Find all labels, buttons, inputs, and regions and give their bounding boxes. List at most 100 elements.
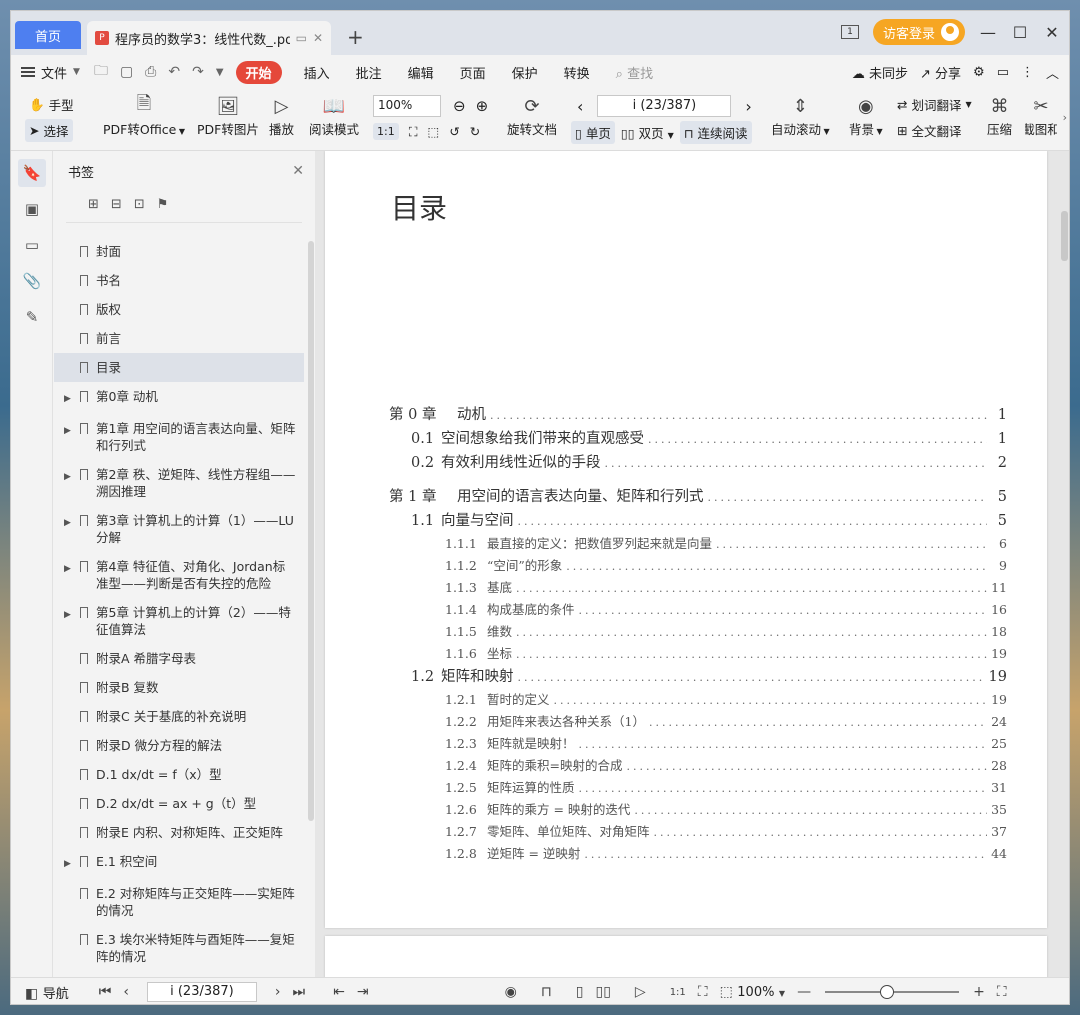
single-page-mode-icon[interactable]: ▯ [576,984,584,1000]
toolbar-scroll-right-icon[interactable]: › [1063,111,1067,124]
tab-insert[interactable]: 插入 [304,63,330,82]
toc-entry[interactable]: 1.1.4 构成基底的条件............................… [389,599,1007,621]
next-page-icon[interactable]: › [275,984,281,1000]
toc-entry[interactable]: 1.2.1 暂时的定义..............................… [389,689,1007,711]
rotate-doc-button[interactable]: ⟳ 旋转文档 [507,93,557,138]
toc-entry[interactable]: 第 0 章 动机.................................… [389,403,1007,427]
first-page-icon[interactable]: ⏮ [99,984,112,1000]
back-icon[interactable]: ⇤ [333,984,345,1000]
toc-entry[interactable]: 1.2.5 矩阵运算的性质............................… [389,777,1007,799]
continuous-read-button[interactable]: ⊓ 连续阅读 [679,121,752,144]
bookmark-item[interactable]: ▶ 第0章 动机 [54,382,304,414]
toc-entry[interactable]: 第 1 章 用空间的语言表达向量、矩阵和行列式..................… [389,485,1007,509]
pdf-to-image-button[interactable]: 🖼 PDF转图片 [197,93,259,138]
more-icon[interactable]: ⋮ [1021,65,1034,80]
monitor-icon[interactable]: ▭ [296,31,307,45]
toc-entry[interactable]: 1.2.6 矩阵的乘方 = 映射的迭代......................… [389,799,1007,821]
expand-arrow-icon[interactable]: ▶ [64,853,78,873]
bookmark-item[interactable]: 附录B 复数 [54,673,304,702]
actual-size-icon[interactable]: 1:1 [670,987,686,998]
full-translate-button[interactable]: ⊞ 全文翻译 [897,121,962,140]
share-button[interactable]: ↗ 分享 [920,63,961,82]
print-icon[interactable]: ⎙ [145,64,156,80]
tab-page[interactable]: 页面 [460,63,486,82]
toc-entry[interactable]: 1.1.3 基底.................................… [389,577,1007,599]
tab-annotate[interactable]: 批注 [356,63,382,82]
signature-icon[interactable]: ✎ [18,303,46,331]
navigation-button[interactable]: ◧ 导航 [25,983,69,1002]
tab-start[interactable]: 开始 [235,60,282,84]
sync-button[interactable]: ☁ 未同步 [852,63,908,82]
settings-icon[interactable]: ⚙ [973,65,985,80]
bookmark-item[interactable]: D.1 dx/dt = f（x）型 [54,760,304,789]
actual-size-icon[interactable]: 1:1 [373,123,399,140]
toc-entry[interactable]: 0.1 空间想象给我们带来的直观感受.......................… [389,427,1007,451]
zoom-slider[interactable] [825,985,960,999]
background-button[interactable]: ◉ 背景 ▼ [849,93,883,138]
auto-scroll-button[interactable]: ⇕ 自动滚动 ▼ [771,93,830,138]
file-menu[interactable]: 文件 ▼ [21,63,80,82]
hand-tool-button[interactable]: ✋ 手型 [29,95,74,114]
bookmark-item[interactable]: 前言 [54,324,304,353]
continuous-mode-icon[interactable]: ⊓ [541,984,552,1000]
last-page-icon[interactable]: ⏭ [293,984,306,1000]
save-icon[interactable]: ▢ [120,64,133,80]
bookmark-item[interactable]: E.2 对称矩阵与正交矩阵——实矩阵的情况 [54,879,304,925]
zoom-input[interactable]: 100% [373,95,441,117]
tab-convert[interactable]: 转换 [564,63,590,82]
bookmark-item[interactable]: ▶ 第3章 计算机上的计算（1）——LU分解 [54,506,304,552]
zoom-in-icon[interactable]: ⊕ [476,97,489,115]
toc-entry[interactable]: 1.2.2 用矩阵来表达各种关系（1）......................… [389,711,1007,733]
quick-access-dropdown-icon[interactable]: ▼ [216,67,224,78]
bookmark-item[interactable]: 附录C 关于基底的补充说明 [54,702,304,731]
bookmark-item[interactable]: ▶ 第5章 计算机上的计算（2）——特征值算法 [54,598,304,644]
collapse-ribbon-icon[interactable]: ︿ [1046,63,1059,82]
comment-panel-icon[interactable]: ▭ [18,231,46,259]
toc-entry[interactable]: 1.1.1 最直接的定义：把数值罗列起来就是向量.................… [389,533,1007,555]
tab-protect[interactable]: 保护 [512,63,538,82]
tab-home[interactable]: 首页 [15,21,81,49]
add-child-bookmark-icon[interactable]: ⊡ [134,197,145,212]
page-count-badge[interactable]: 1 [840,25,859,39]
zoom-dropdown[interactable]: ⬚ 100% ▼ [720,984,785,1000]
bookmark-flag-icon[interactable]: ⚑ [157,197,169,212]
select-tool-button[interactable]: ➤ 选择 [25,119,73,142]
fit-page-icon[interactable]: ⛶ [698,984,708,1000]
toc-entry[interactable]: 0.2 有效利用线性近似的手段..........................… [389,451,1007,475]
bookmark-item[interactable]: ▶ E.1 积空间 [54,847,304,879]
close-panel-icon[interactable]: ✕ [292,163,304,179]
toc-entry[interactable]: 1.2 矩阵和映射................................… [389,665,1007,689]
rotate-left-icon[interactable]: ↺ [449,124,459,139]
thumbnail-icon[interactable]: ▣ [18,195,46,223]
search-button[interactable]: ⌕ 查找 [616,63,653,82]
expand-arrow-icon[interactable]: ▶ [64,420,78,440]
visitor-login-button[interactable]: 访客登录 [872,19,965,45]
bookmark-item[interactable]: 版权 [54,295,304,324]
bookmark-item[interactable]: 附录D 微分方程的解法 [54,731,304,760]
toc-entry[interactable]: 1.1.6 坐标.................................… [389,643,1007,665]
toc-entry[interactable]: 1.2.8 逆矩阵 = 逆映射..........................… [389,843,1007,865]
bookmark-item[interactable]: E.3 埃尔米特矩阵与酉矩阵——复矩阵的情况 [54,925,304,971]
forward-icon[interactable]: ⇥ [357,984,369,1000]
attachment-icon[interactable]: 📎 [18,267,46,295]
toc-entry[interactable]: 1.1.5 维数.................................… [389,621,1007,643]
single-page-button[interactable]: ▯ 单页 [571,121,615,144]
fullscreen-icon[interactable]: ⛶ [997,984,1007,1000]
fit-page-icon[interactable]: ⛶ [409,124,418,140]
bookmark-item[interactable]: 附录A 希腊字母表 [54,644,304,673]
read-mode-button[interactable]: 📖 阅读模式 [309,93,359,138]
remove-bookmark-icon[interactable]: ⊟ [111,197,122,212]
bookmark-scrollbar[interactable] [308,241,314,821]
redo-icon[interactable]: ↷ [192,64,204,80]
expand-arrow-icon[interactable]: ▶ [64,388,78,408]
bookmark-item[interactable]: 书名 [54,266,304,295]
expand-arrow-icon[interactable]: ▶ [64,466,78,486]
prev-page-icon[interactable]: ‹ [577,97,583,116]
zoom-in-button[interactable]: + [973,984,985,1000]
bookmark-item[interactable]: 目录 [54,353,304,382]
double-page-button[interactable]: ▯▯ 双页 ▼ [621,123,674,142]
bookmark-item[interactable]: ▶ 第4章 特征值、对角化、Jordan标准型——判断是否有失控的危险 [54,552,304,598]
close-tab-icon[interactable]: ✕ [313,31,323,45]
bookmark-item[interactable]: ▶ 第2章 秩、逆矩阵、线性方程组——溯因推理 [54,460,304,506]
pdf-to-office-button[interactable]: 🗎 PDF转Office ▼ [103,93,185,138]
